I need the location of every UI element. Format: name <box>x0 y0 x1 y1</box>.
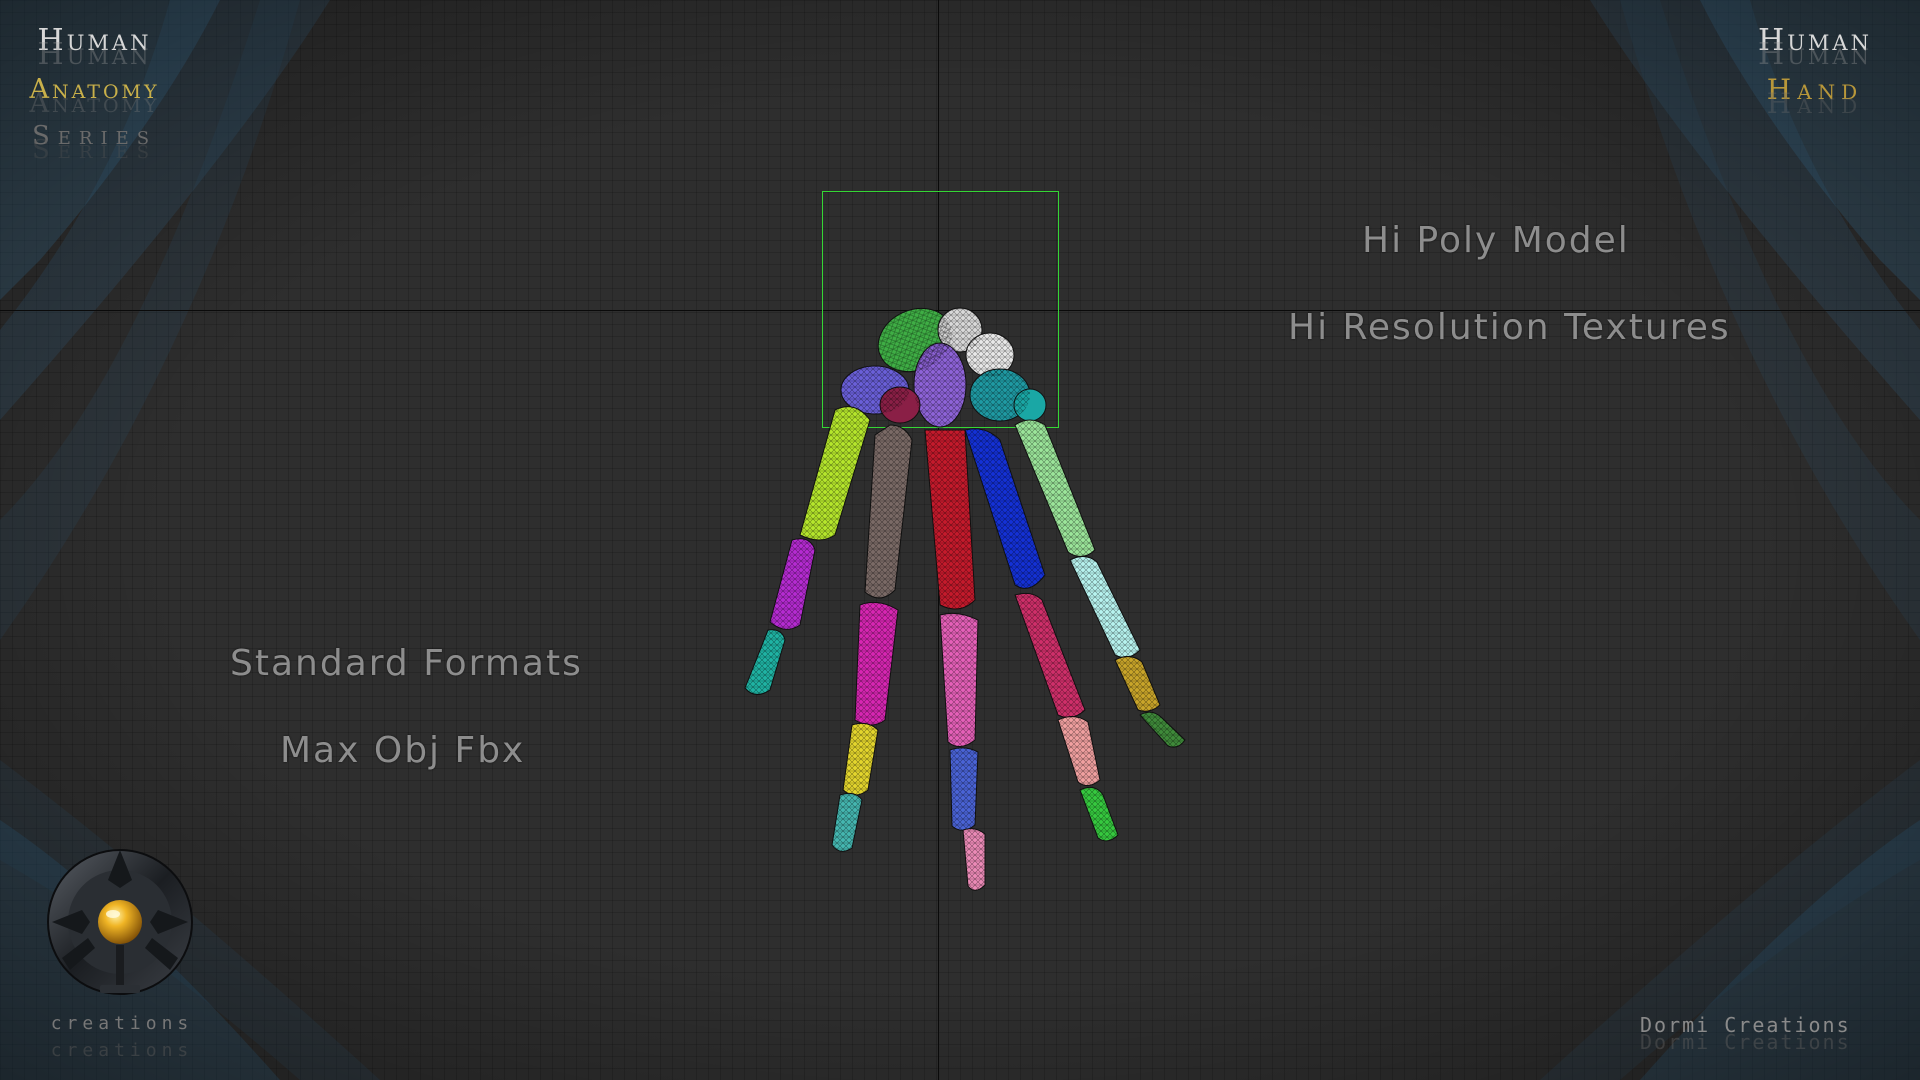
series-title-line-human: Human Human <box>37 23 152 72</box>
product-title: Human Human Hand Hand <box>1740 23 1890 120</box>
credit-text-reflection: Dormi Creations <box>1640 1030 1851 1054</box>
hand-skeleton-model[interactable] <box>0 0 1920 1080</box>
series-title: Human Human Anatomy Anatomy Series Serie… <box>22 23 167 165</box>
logo-wordmark-reflection: creations <box>50 1040 194 1061</box>
logo-wordmark: creations <box>50 1013 194 1034</box>
feature-format-list: Max Obj Fbx <box>280 730 526 771</box>
product-title-line-hand: Hand Hand <box>1766 73 1864 120</box>
series-title-line-series: Series Series <box>31 121 158 165</box>
series-title-line-anatomy: Anatomy Anatomy <box>29 74 160 119</box>
3d-viewport[interactable]: Human Human Anatomy Anatomy Series Serie… <box>0 0 1920 1080</box>
feature-hi-res: Hi Resolution Textures <box>1288 307 1731 348</box>
product-title-line-human: Human Human <box>1758 23 1872 72</box>
feature-formats: Standard Formats <box>230 643 583 684</box>
creations-emblem-icon <box>47 849 193 995</box>
feature-hi-poly: Hi Poly Model <box>1362 220 1630 261</box>
